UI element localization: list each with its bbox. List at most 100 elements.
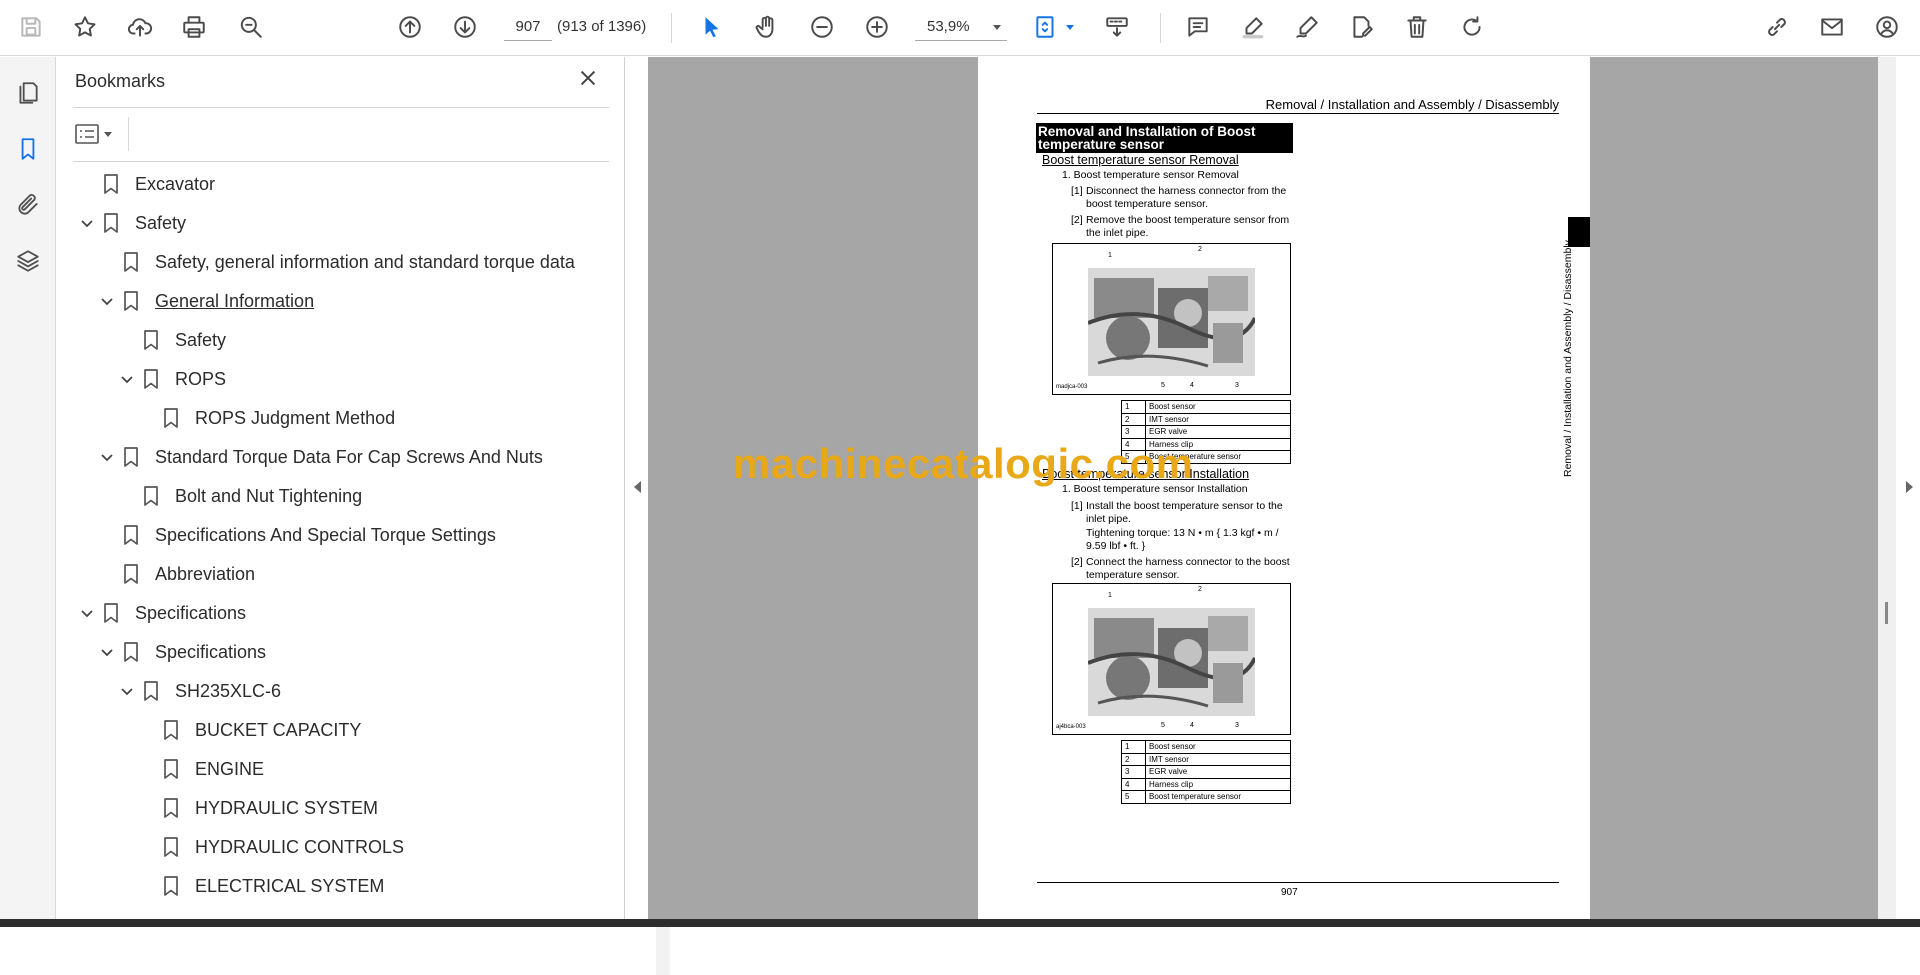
attachments-icon[interactable] [12,189,44,221]
bookmark-item[interactable]: Safety, general information and standard… [97,245,575,279]
bookmark-item[interactable]: SH235XLC-6 [117,674,281,708]
edit-pdf-icon[interactable] [1345,10,1379,44]
chevron-down-icon[interactable] [97,447,117,467]
bookmark-item[interactable]: ENGINE [137,752,264,786]
comment-icon[interactable] [1181,10,1215,44]
bookmarks-panel: Bookmarks Excavator Safety Safety, general… [57,57,670,975]
bookmark-item[interactable]: Specifications And Special Torque Settin… [97,518,496,552]
collapse-right-panel-icon[interactable] [1906,481,1913,493]
legend-row: 2 IMT sensor [1121,752,1291,766]
bookmark-item[interactable]: HYDRAULIC SYSTEM [137,791,378,825]
close-panel-button[interactable] [577,67,605,95]
zoom-out-icon[interactable] [805,10,839,44]
bookmark-icon [101,602,121,624]
callout-4: 4 [1190,722,1194,729]
bookmark-label: ROPS [175,368,227,389]
draw-icon[interactable] [1290,10,1324,44]
chapter-side-label: Removal / Installation and Assembly / Di… [1562,240,1574,477]
chevron-down-icon[interactable] [77,603,97,623]
bookmark-item[interactable]: Excavator [77,167,215,201]
scrollbar-thumb[interactable] [1885,602,1888,624]
search-icon[interactable] [234,10,268,44]
bookmark-icon [121,563,141,585]
upload-cloud-icon[interactable] [123,10,157,44]
legend-row: 2 IMT sensor [1121,412,1291,426]
panel-divider [128,117,129,151]
bookmark-item[interactable]: Safety [77,206,186,240]
legend-number: 3 [1121,765,1146,779]
bookmark-item[interactable]: Specifications [97,635,266,669]
document-scrollbar[interactable] [1878,57,1896,919]
zoom-in-icon[interactable] [860,10,894,44]
bookmark-item[interactable]: Bolt and Nut Tightening [117,479,362,513]
chevron-down-icon[interactable] [97,291,117,311]
page-number-input[interactable]: 907 [504,13,552,41]
rotate-icon[interactable] [1455,10,1489,44]
bookmark-item[interactable]: Safety [117,323,226,357]
save-icon[interactable] [14,10,48,44]
fit-options-chevron-icon[interactable] [1066,25,1074,30]
next-page-icon[interactable] [448,10,482,44]
email-icon[interactable] [1815,10,1849,44]
chevron-down-icon [104,131,112,137]
chevron-down-icon[interactable] [117,681,137,701]
panel-divider [73,107,609,108]
bookmark-options-button[interactable] [75,119,125,149]
hand-tool-icon[interactable] [750,10,784,44]
layers-icon[interactable] [12,245,44,277]
bookmark-label: ENGINE [195,758,265,779]
bookmark-item[interactable]: Standard Torque Data For Cap Screws And … [97,440,543,474]
removal-substep-text: Disconnect the harness connector from th… [1086,185,1287,210]
legend-number: 1 [1121,400,1146,414]
bookmarks-icon[interactable] [12,133,44,165]
installation-substep-number: [1] [1071,500,1083,512]
legend-number: 3 [1121,425,1146,439]
legend-row: 1 Boost sensor [1121,400,1291,414]
select-cursor-icon[interactable] [695,10,729,44]
chevron-down-icon [993,25,1001,30]
chevron-down-icon[interactable] [77,213,97,233]
panel-title: Bookmarks [75,71,166,91]
bookmark-item[interactable]: General Information [97,284,314,318]
main-toolbar: 907 (913 of 1396) 53,9% [0,0,1920,56]
bookmark-tree: Excavator Safety Safety, general informati… [57,165,597,919]
bookmark-icon [121,641,141,663]
figure-id: aj4bca-003 [1056,724,1086,730]
collapse-left-panel-icon[interactable] [634,481,641,493]
tightening-torque: Tightening torque: 13 N • m { 1.3 kgf • … [1086,527,1279,552]
bookmark-item[interactable]: HYDRAULIC CONTROLS [137,830,404,864]
navigation-rail [0,57,56,919]
installation-substep-text: Connect the harness connector to the boo… [1086,556,1290,581]
zoom-level-select[interactable]: 53,9% [915,13,1007,41]
bookmark-item[interactable]: Specifications [77,596,246,630]
highlight-pen-icon[interactable] [1236,10,1270,44]
page-thumbnails-icon[interactable] [12,77,44,109]
scroll-mode-icon[interactable] [1100,10,1134,44]
print-icon[interactable] [177,10,211,44]
bookmark-item[interactable]: ROPS [117,362,226,396]
bookmark-label: Safety [135,212,187,233]
callout-4: 4 [1190,382,1194,389]
bookmark-icon [161,407,181,429]
bookmark-item[interactable]: Abbreviation [97,557,255,591]
bookmark-item[interactable]: ROPS Judgment Method [137,401,395,435]
taskbar-strip [0,919,1920,927]
left-gutter [626,57,648,919]
delete-icon[interactable] [1400,10,1434,44]
fit-page-icon[interactable] [1029,10,1063,44]
account-icon[interactable] [1870,10,1904,44]
removal-substep-number: [2] [1071,214,1083,226]
share-link-icon[interactable] [1760,10,1794,44]
bookmark-icon [121,290,141,312]
legend-number: 2 [1121,412,1146,426]
chevron-down-icon[interactable] [97,642,117,662]
bookmark-star-icon[interactable] [68,10,102,44]
chevron-down-icon[interactable] [117,369,137,389]
bookmark-item[interactable]: BUCKET CAPACITY [137,713,361,747]
legend-label: Boost temperature sensor [1145,790,1291,804]
legend-row: 3 EGR valve [1121,765,1291,779]
bookmark-item[interactable]: ELECTRICAL SYSTEM [137,869,384,903]
previous-page-icon[interactable] [393,10,427,44]
